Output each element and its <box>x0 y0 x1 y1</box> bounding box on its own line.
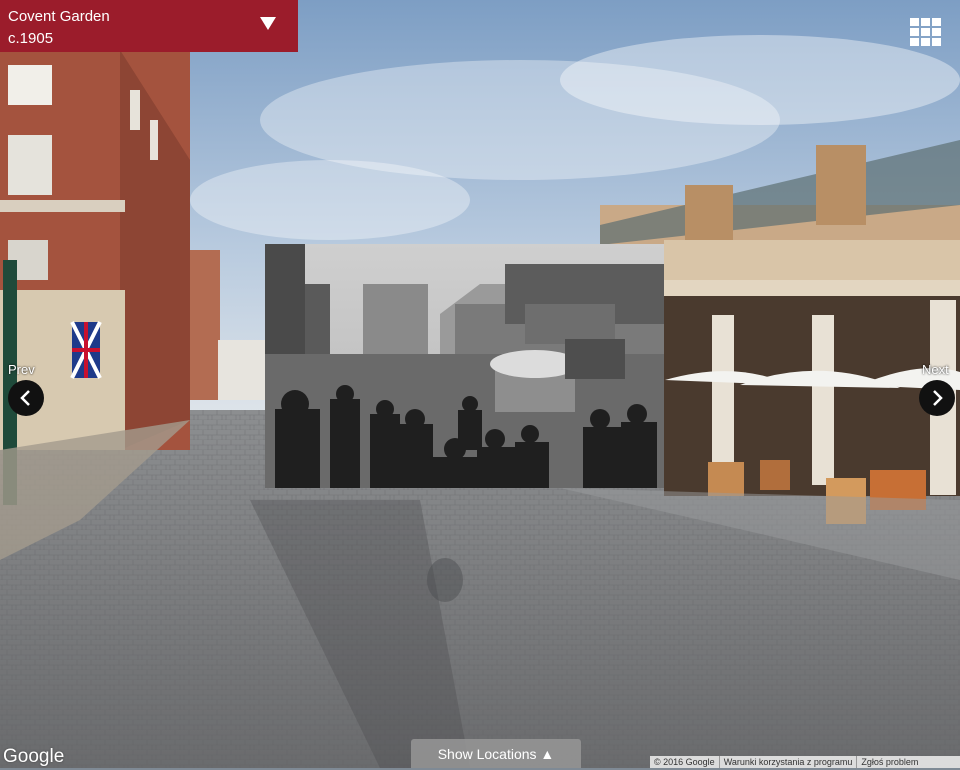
google-logo[interactable]: Google <box>3 746 64 768</box>
copyright-text: © 2016 Google <box>650 756 720 768</box>
historic-photo <box>265 244 664 488</box>
show-locations-button[interactable]: Show Locations ▲ <box>411 739 581 768</box>
grid-cell <box>910 18 919 26</box>
grid-cell <box>932 28 941 36</box>
grid-cell <box>921 18 930 26</box>
grid-cell <box>932 38 941 46</box>
chevron-left-icon <box>20 390 30 406</box>
triangle-down-icon[interactable] <box>260 17 276 30</box>
location-title-panel: Covent Garden c.1905 <box>0 0 298 52</box>
next-label: Next <box>922 362 949 377</box>
location-name: Covent Garden <box>8 8 110 25</box>
chevron-right-icon <box>933 390 943 406</box>
grid-cell <box>910 28 919 36</box>
grid-cell <box>921 28 930 36</box>
map-footer: © 2016 Google Warunki korzystania z progr… <box>650 756 960 768</box>
terms-link[interactable]: Warunki korzystania z programu <box>720 756 858 768</box>
prev-label: Prev <box>8 362 35 377</box>
prev-button[interactable] <box>8 380 44 416</box>
next-button[interactable] <box>919 380 955 416</box>
report-problem-link[interactable]: Zgłoś problem <box>857 756 922 768</box>
location-date: c.1905 <box>8 30 54 47</box>
historic-photo-image <box>265 244 664 488</box>
grid-cell <box>921 38 930 46</box>
grid-cell <box>932 18 941 26</box>
grid-icon[interactable] <box>910 18 941 47</box>
grid-cell <box>910 38 919 46</box>
